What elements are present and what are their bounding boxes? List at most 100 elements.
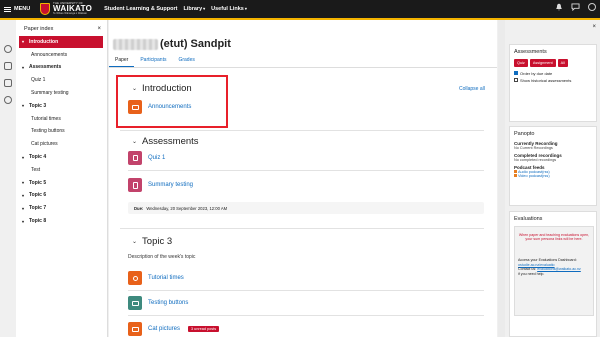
chevron-down-icon: ▾ — [203, 6, 206, 11]
activity-link[interactable]: Testing buttons — [148, 300, 188, 306]
chevron-down-icon[interactable]: ▾ — [22, 219, 29, 224]
main-scrollbar[interactable] — [498, 19, 505, 337]
paper-index-item[interactable]: Summary testing — [16, 87, 107, 100]
order-by-due-checkbox[interactable]: Order by due date — [514, 71, 592, 76]
quiz-icon — [128, 151, 142, 165]
assignment-filter-button[interactable]: Assignment — [529, 58, 556, 67]
close-icon[interactable]: × — [97, 26, 101, 32]
paper-index-label: Summary testing — [31, 90, 69, 97]
collapse-all-link[interactable]: Collapse all — [459, 86, 485, 92]
section-description: Description of the week's topic — [128, 254, 196, 260]
rss-icon — [514, 174, 517, 177]
paper-index-section[interactable]: ▾ Topic 8 — [16, 215, 107, 228]
chevron-down-icon[interactable]: ▾ — [22, 180, 29, 185]
video-podcast-link[interactable]: Video podcast(rss) — [514, 174, 592, 178]
calendar-icon[interactable] — [4, 78, 12, 87]
checkbox-unchecked[interactable] — [514, 78, 518, 82]
home-icon[interactable] — [4, 44, 12, 53]
paper-index-section[interactable]: ▾ Assessments — [16, 61, 107, 74]
paper-index-label: Cat pictures — [31, 141, 58, 148]
left-icon-rail — [0, 19, 16, 337]
paper-index-drawer: Paper index × ▾ Introduction Announcements… — [16, 19, 108, 337]
assessments-block: Assessments Quiz Assignment All Order by… — [509, 43, 597, 122]
paper-index-item[interactable]: Testing buttons — [16, 125, 107, 138]
page-title: (etut) Sandpit — [113, 38, 231, 50]
section-topic3[interactable]: ⌄ Topic 3 — [132, 236, 172, 247]
block-title: Evaluations — [514, 215, 543, 222]
section-assessments[interactable]: ⌄ Assessments — [132, 136, 199, 147]
paper-index-title: Paper index — [24, 25, 54, 32]
page-icon — [128, 296, 142, 310]
nav-library[interactable]: Library▾ — [183, 6, 205, 12]
paper-index-label: Topic 8 — [29, 218, 47, 225]
chat-icon[interactable] — [571, 3, 580, 11]
chevron-down-icon[interactable]: ▾ — [22, 155, 29, 160]
chevron-down-icon: ⌄ — [132, 139, 138, 145]
search-icon[interactable] — [4, 95, 12, 104]
activity-cat-pictures[interactable]: Cat pictures 3 unread posts — [128, 322, 220, 336]
checkbox-checked[interactable] — [514, 71, 518, 75]
tab-grades[interactable]: Grades — [172, 54, 200, 67]
paper-index-label: Assessments — [29, 64, 62, 71]
paper-index-item[interactable]: Tutorial times — [16, 112, 107, 125]
show-historical-checkbox[interactable]: Show historical assessments — [514, 78, 592, 83]
bell-icon[interactable] — [555, 3, 563, 11]
paper-index-item[interactable]: Quiz 1 — [16, 74, 107, 87]
divider — [120, 130, 484, 131]
evaluations-contact-link[interactable]: evaluations@waikato.ac.nz — [537, 267, 581, 271]
paper-index-list: ▾ Introduction Announcements ▾ Assessments Qu… — [16, 35, 107, 228]
forum-icon — [128, 322, 142, 336]
paper-index-section[interactable]: ▾ Introduction — [19, 35, 103, 49]
divider — [128, 315, 484, 316]
evaluations-contact-tail: if you need help. — [518, 271, 545, 276]
nav-useful-links[interactable]: Useful Links▾ — [211, 6, 247, 12]
section-title: Topic 3 — [142, 236, 173, 247]
menu-label: MENU — [14, 6, 31, 12]
tab-participants[interactable]: Participants — [134, 54, 172, 67]
activity-link[interactable]: Tutorial times — [148, 275, 184, 281]
avatar[interactable] — [588, 3, 596, 11]
divider — [120, 228, 484, 229]
paper-index-section[interactable]: ▾ Topic 3 — [16, 99, 107, 112]
chevron-down-icon[interactable]: ▾ — [22, 65, 29, 70]
close-icon[interactable]: × — [592, 24, 596, 30]
paper-index-item[interactable]: Announcements — [16, 48, 107, 61]
group-icon — [128, 271, 142, 285]
menu-button[interactable]: MENU — [4, 6, 36, 12]
evaluations-content: When paper and teaching evaluations open… — [514, 225, 594, 316]
paper-index-label: Topic 6 — [29, 192, 47, 199]
all-filter-button[interactable]: All — [557, 58, 568, 67]
dashboard-icon[interactable] — [4, 61, 12, 70]
logo-line3: Te Whare Wānanga o Waikato — [53, 12, 87, 16]
paper-index-label: Quiz 1 — [31, 77, 46, 84]
paper-index-label: Topic 7 — [29, 205, 47, 212]
activity-link[interactable]: Quiz 1 — [148, 155, 165, 161]
university-logo[interactable]: THE UNIVERSITY OF WAIKATO Te Whare Wānan… — [40, 2, 92, 16]
tab-paper[interactable]: Paper — [109, 54, 135, 67]
evaluations-dashboard-link[interactable]: ostudie.ac.nz/evaluatio — [518, 263, 555, 267]
activity-link[interactable]: Summary testing — [148, 182, 193, 188]
block-title: Panopto — [514, 130, 535, 137]
activity-tutorial-times[interactable]: Tutorial times — [128, 271, 184, 285]
chevron-down-icon[interactable]: ▾ — [22, 39, 29, 44]
hamburger-icon — [4, 6, 11, 12]
chevron-down-icon[interactable]: ▾ — [22, 193, 29, 198]
activity-testing-buttons[interactable]: Testing buttons — [128, 296, 188, 310]
paper-index-label: Testing buttons — [31, 128, 65, 135]
due-label: Due: — [134, 205, 144, 211]
paper-index-section[interactable]: ▾ Topic 7 — [16, 202, 107, 215]
paper-index-section[interactable]: ▾ Topic 5 — [16, 176, 107, 189]
paper-index-section[interactable]: ▾ Topic 6 — [16, 189, 107, 202]
activity-link[interactable]: Cat pictures — [148, 326, 180, 332]
chevron-down-icon[interactable]: ▾ — [22, 206, 29, 211]
chevron-down-icon[interactable]: ▾ — [22, 103, 29, 108]
assignment-icon — [128, 178, 142, 192]
activity-quiz1[interactable]: Quiz 1 — [128, 151, 165, 165]
activity-summary-testing[interactable]: Summary testing — [128, 178, 193, 192]
paper-index-item[interactable]: Test — [16, 163, 107, 176]
nav-student-learning[interactable]: Student Learning & Support — [104, 6, 177, 12]
paper-index-section[interactable]: ▾ Topic 4 — [16, 151, 107, 164]
paper-index-item[interactable]: Cat pictures — [16, 138, 107, 151]
paper-index-label: Topic 3 — [29, 102, 47, 109]
quiz-filter-button[interactable]: Quiz — [514, 58, 528, 67]
